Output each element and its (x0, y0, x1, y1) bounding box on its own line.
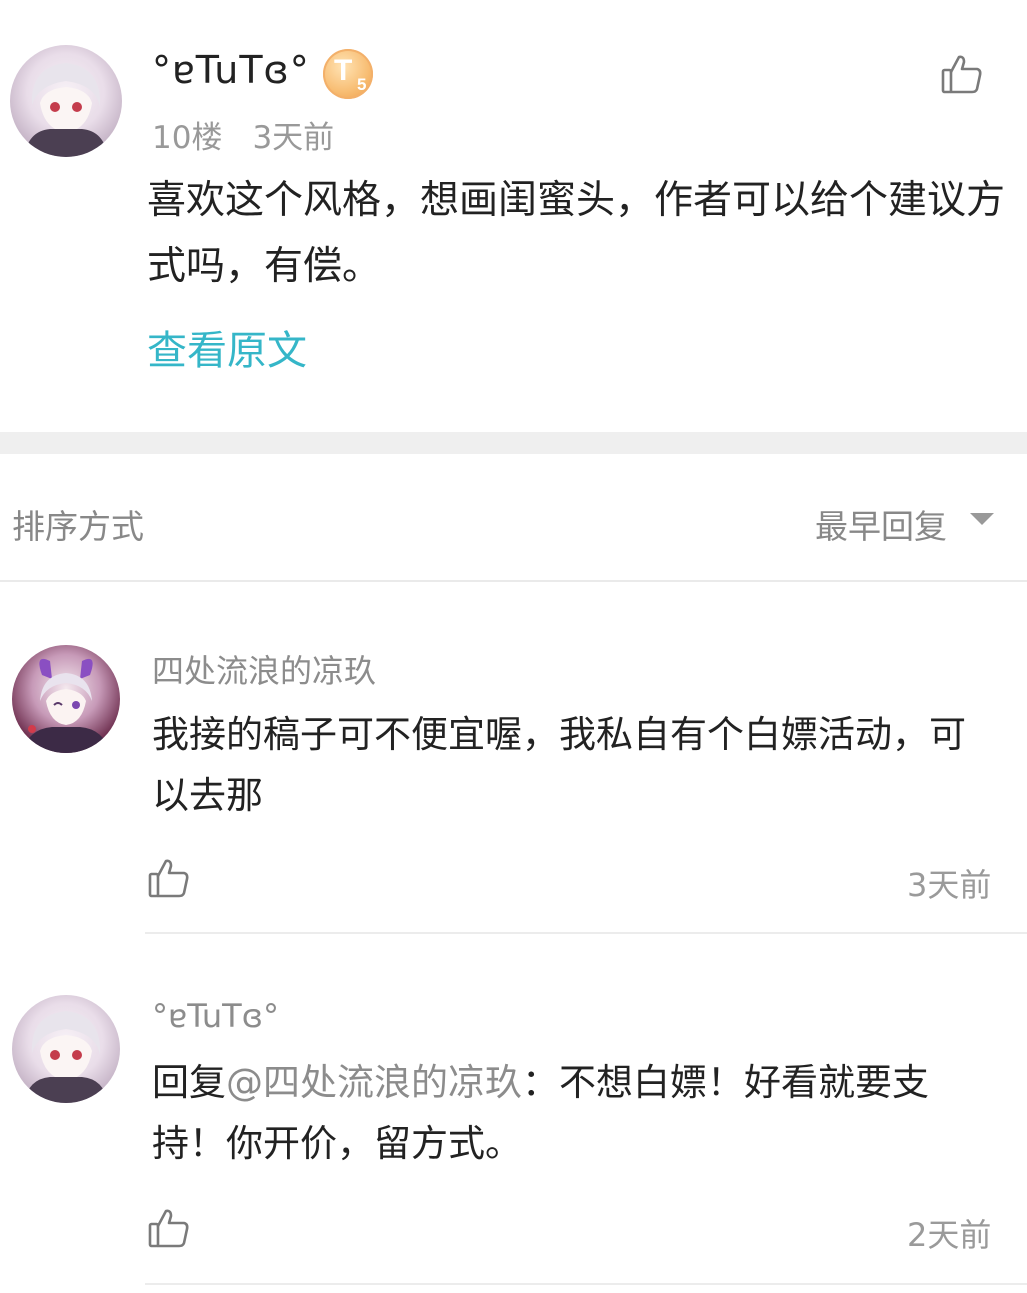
reply-author-name[interactable]: 四处流浪的凉玖 (152, 646, 376, 692)
reply-author-name[interactable]: °ɐTuTɞ° (152, 997, 279, 1035)
author-avatar[interactable] (10, 45, 122, 157)
reply-time: 2天前 (907, 1216, 992, 1254)
reply-prefix: 回复 (152, 1061, 226, 1104)
level-badge-letter: T (334, 54, 353, 87)
sort-label: 排序方式 (12, 507, 144, 546)
section-divider (0, 432, 1027, 454)
thumbs-up-icon[interactable] (147, 856, 191, 900)
reply-time: 3天前 (907, 866, 992, 904)
reply-divider (145, 1283, 1027, 1285)
floor-number: 10楼 (152, 120, 223, 156)
thumbs-up-icon[interactable] (940, 52, 984, 96)
thumbs-up-icon[interactable] (147, 1206, 191, 1250)
post-meta: 10楼 3天前 (152, 112, 334, 157)
level-badge-number: 5 (357, 75, 367, 94)
caret-down-icon[interactable] (970, 513, 994, 525)
view-original-link[interactable]: 查看原文 (147, 318, 307, 376)
mention-link[interactable]: @四处流浪的凉玖 (226, 1061, 522, 1104)
divider (0, 580, 1027, 582)
reply-divider (145, 932, 1027, 934)
reply-content: 回复@四处流浪的凉玖：不想白嫖！好看就要支持！你开价，留方式。 (152, 1052, 1002, 1174)
reply-avatar[interactable] (12, 995, 120, 1103)
sort-dropdown[interactable]: 最早回复 (815, 500, 947, 548)
reply-content: 我接的稿子可不便宜喔，我私自有个白嫖活动，可以去那 (152, 713, 966, 817)
post-content: 喜欢这个风格，想画闺蜜头，作者可以给个建议方式吗，有偿。 (147, 178, 1006, 289)
level-badge: T 5 (323, 49, 373, 99)
post-time: 3天前 (252, 120, 335, 156)
reply-avatar[interactable] (12, 645, 120, 753)
author-name[interactable]: °ɐTuTɞ° (152, 48, 310, 92)
